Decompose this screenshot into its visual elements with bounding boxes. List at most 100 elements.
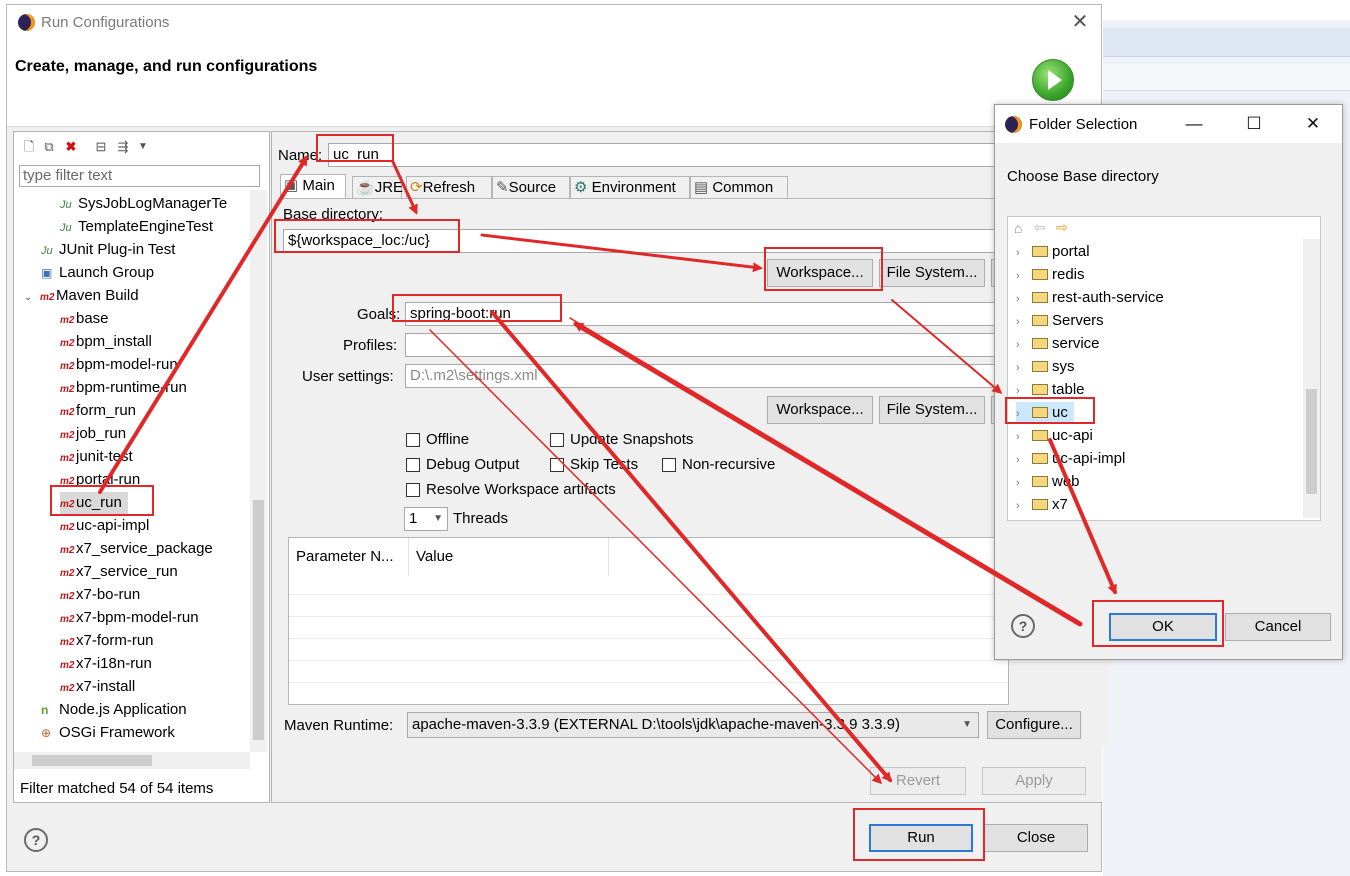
filter-input[interactable]: type filter text [19, 165, 260, 187]
folder-item[interactable]: › uc-api [1016, 425, 1093, 447]
name-input[interactable]: uc_run [328, 143, 1098, 167]
view-menu-icon[interactable]: ▼ [136, 140, 150, 154]
folder-item[interactable]: › rest-auth-service [1016, 287, 1164, 309]
tree-item[interactable]: m2 x7-form-run [60, 630, 154, 652]
m2-icon: m2 [60, 338, 75, 349]
m2-icon: m2 [60, 453, 75, 464]
folder-item[interactable]: › sys [1016, 356, 1075, 378]
settings-workspace-button[interactable]: Workspace... [767, 396, 873, 424]
non-recursive-label: Non-recursive [682, 456, 776, 473]
forward-icon[interactable]: ⇨ [1056, 219, 1068, 236]
tree-item[interactable]: m2 junit-test [60, 446, 133, 468]
user-settings-label: User settings: [302, 368, 394, 385]
project-folder-icon [1032, 338, 1048, 349]
back-icon[interactable]: ⇦ [1034, 219, 1046, 236]
threads-select[interactable]: 1 ▼ [404, 507, 448, 531]
tree-item[interactable]: ⊕ OSGi Framework [41, 722, 175, 744]
folder-item[interactable]: › x7 [1016, 494, 1068, 516]
tree-item[interactable]: m2 form_run [60, 400, 136, 422]
project-folder-icon [1032, 292, 1048, 303]
tab-common[interactable]: ▤ Common [690, 176, 788, 199]
update-snapshots-label: Update Snapshots [570, 431, 694, 448]
chevron-down-icon: ▼ [962, 719, 972, 730]
maven-runtime-select[interactable]: apache-maven-3.3.9 (EXTERNAL D:\tools\jd… [407, 712, 979, 738]
tree-item[interactable]: m2 x7_service_run [60, 561, 178, 583]
help-icon[interactable]: ? [1011, 614, 1035, 638]
non-recursive-checkbox[interactable] [662, 458, 676, 472]
annotation-box [853, 808, 985, 861]
base-dir-filesystem-button[interactable]: File System... [879, 259, 985, 287]
resolve-workspace-checkbox[interactable] [406, 483, 420, 497]
home-icon[interactable]: ⌂ [1014, 220, 1022, 236]
chevron-right-icon: › [1016, 500, 1020, 512]
tree-item[interactable]: m2 job_run [60, 423, 126, 445]
close-button[interactable]: Close [984, 824, 1088, 852]
tree-item[interactable]: Ju JUnit Plug-in Test [41, 239, 175, 261]
m2-icon: m2 [60, 637, 75, 648]
project-folder-icon [1032, 384, 1048, 395]
delete-icon[interactable]: ✖ [64, 140, 78, 154]
annotation-box [1005, 397, 1095, 424]
nodejs-icon: n [41, 703, 49, 717]
folder-item[interactable]: › Servers [1016, 310, 1104, 332]
m2-icon: m2 [60, 430, 75, 441]
new-config-icon[interactable]: 🗋 [22, 140, 36, 154]
chevron-right-icon: › [1016, 477, 1020, 489]
debug-output-checkbox[interactable] [406, 458, 420, 472]
launch-group-icon: ▣ [41, 266, 53, 280]
apply-button[interactable]: Apply [982, 767, 1086, 795]
tree-item[interactable]: m2 uc-api-impl [60, 515, 149, 537]
maximize-icon[interactable]: ☐ [1243, 113, 1265, 135]
tree-item[interactable]: m2 bpm_install [60, 331, 152, 353]
revert-button[interactable]: Revert [870, 767, 966, 795]
tree-item[interactable]: m2 x7-install [60, 676, 135, 698]
collapse-all-icon[interactable]: ⊟ [94, 140, 108, 154]
m2-icon: m2 [60, 407, 75, 418]
update-snapshots-checkbox[interactable] [550, 433, 564, 447]
tab-source[interactable]: ✎Source [492, 176, 570, 199]
value-header[interactable]: Value [409, 538, 609, 576]
tree-item[interactable]: m2 x7_service_package [60, 538, 213, 560]
parameters-table[interactable]: Parameter N... Value [288, 537, 1009, 705]
folder-item[interactable]: › redis [1016, 264, 1085, 286]
tree-item[interactable]: Ju SysJobLogManagerTe [60, 193, 227, 215]
filter-icon[interactable]: ⇶ [116, 140, 130, 154]
tab-jre[interactable]: ☕JRE [352, 176, 403, 199]
folder-selection-dialog: Folder Selection — ☐ ✕ Choose Base direc… [994, 104, 1343, 660]
tab-refresh[interactable]: ⟳Refresh [406, 176, 492, 199]
profiles-label: Profiles: [343, 337, 398, 354]
tree-item[interactable]: n Node.js Application [41, 699, 187, 721]
cancel-button[interactable]: Cancel [1225, 613, 1331, 641]
osgi-icon: ⊕ [41, 726, 52, 740]
tree-horizontal-scrollbar[interactable] [14, 752, 250, 769]
tab-main[interactable]: ▣ Main [280, 174, 346, 199]
folder-item[interactable]: › web [1016, 471, 1080, 493]
close-icon[interactable]: ✕ [1302, 113, 1324, 135]
offline-checkbox[interactable] [406, 433, 420, 447]
folder-tree-scrollbar[interactable] [1303, 239, 1320, 518]
project-folder-icon [1032, 476, 1048, 487]
tree-item[interactable]: m2 base [60, 308, 109, 330]
minimize-icon[interactable]: — [1183, 113, 1205, 135]
tab-environment[interactable]: ⚙ Environment [570, 176, 690, 199]
folder-item[interactable]: › service [1016, 333, 1100, 355]
tree-item[interactable]: ⌄ m2 Maven Build [24, 285, 139, 307]
folder-prompt: Choose Base directory [1007, 168, 1159, 185]
tree-item[interactable]: m2 bpm-runtime-run [60, 377, 187, 399]
tree-item[interactable]: m2 x7-bpm-model-run [60, 607, 199, 629]
settings-filesystem-button[interactable]: File System... [879, 396, 985, 424]
folder-item[interactable]: › uc-api-impl [1016, 448, 1125, 470]
tree-item[interactable]: Ju TemplateEngineTest [60, 216, 213, 238]
tree-item[interactable]: m2 x7-bo-run [60, 584, 140, 606]
configure-button[interactable]: Configure... [987, 711, 1081, 739]
tree-item[interactable]: ▣ Launch Group [41, 262, 154, 284]
duplicate-icon[interactable]: ⧉ [42, 140, 56, 154]
tree-vertical-scrollbar[interactable] [250, 190, 267, 752]
close-icon[interactable]: ✕ [1069, 11, 1091, 33]
folder-item[interactable]: › portal [1016, 241, 1090, 263]
tree-item[interactable]: m2 x7-i18n-run [60, 653, 152, 675]
tree-item[interactable]: m2 bpm-model-run [60, 354, 178, 376]
help-icon[interactable]: ? [24, 828, 48, 852]
parameter-name-header[interactable]: Parameter N... [289, 538, 409, 576]
skip-tests-checkbox[interactable] [550, 458, 564, 472]
